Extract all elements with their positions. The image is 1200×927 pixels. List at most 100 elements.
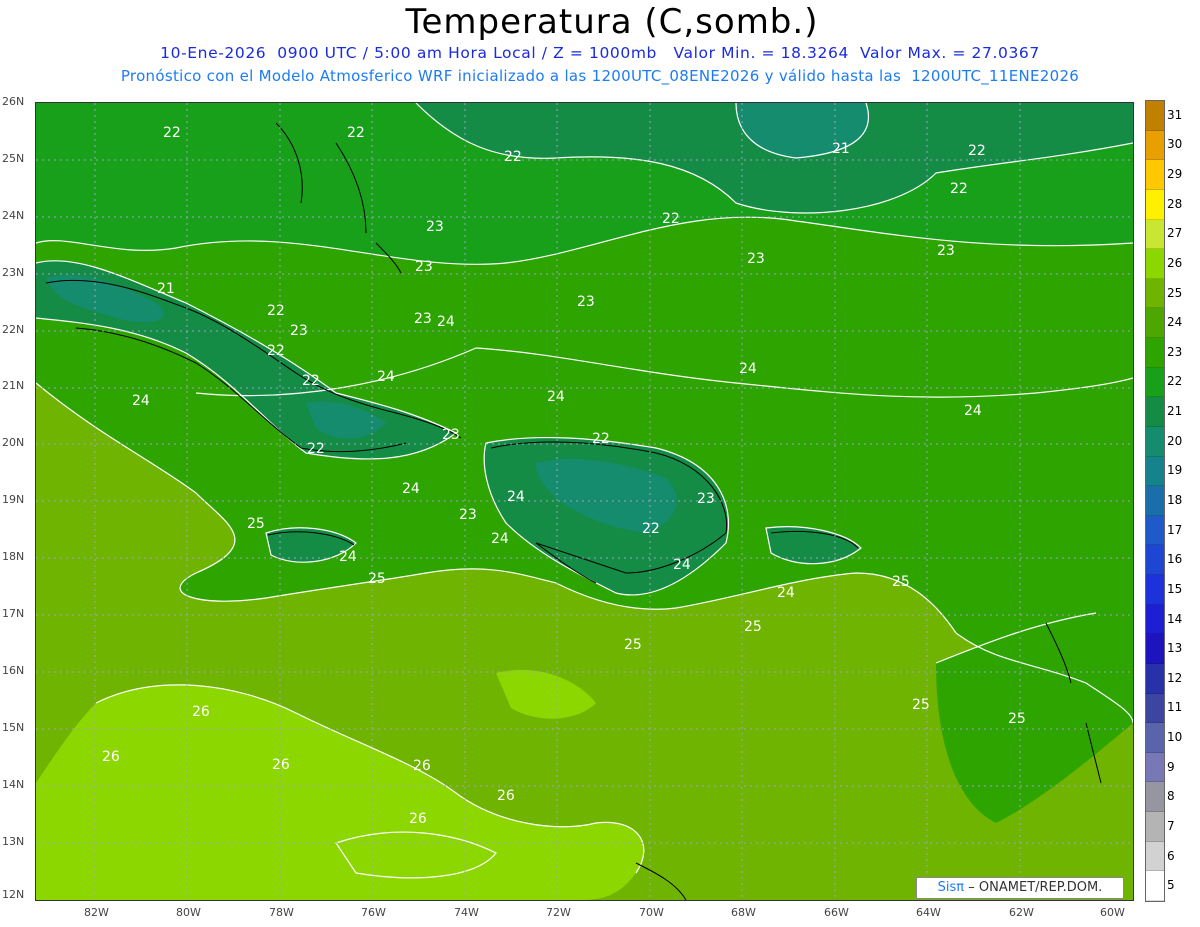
color-scale-cell bbox=[1146, 575, 1164, 605]
isotherm-label: 22 bbox=[968, 143, 986, 159]
isotherm-label: 23 bbox=[697, 491, 715, 507]
isotherm-label: 26 bbox=[413, 758, 431, 774]
color-scale-cell bbox=[1146, 189, 1164, 220]
color-scale-label: 5 bbox=[1167, 878, 1175, 893]
map-subtitle-time: 10-Ene-2026 0900 UTC / 5:00 am Hora Loca… bbox=[160, 44, 1040, 62]
lat-label: 13N bbox=[2, 835, 25, 848]
color-scale-label: 9 bbox=[1167, 759, 1175, 774]
temperature-map: 22 22 22 22 21 22 22 23 23 23 23 23 21 22 23 22 24 22 24 24… bbox=[35, 102, 1134, 901]
lat-label: 23N bbox=[2, 266, 25, 279]
color-scale-label: 23 bbox=[1167, 344, 1183, 359]
lat-label: 16N bbox=[2, 664, 25, 677]
isotherm-label: 23 bbox=[937, 243, 955, 259]
color-scale-label: 17 bbox=[1167, 522, 1183, 537]
color-scale-cell bbox=[1146, 693, 1164, 724]
isotherm-label: 22 bbox=[267, 343, 285, 359]
color-scale-label: 28 bbox=[1167, 196, 1183, 211]
color-scale-label: 31 bbox=[1167, 107, 1183, 122]
isotherm-label: 25 bbox=[368, 571, 386, 587]
color-scale-label: 6 bbox=[1167, 848, 1175, 863]
isotherm-label: 26 bbox=[497, 788, 515, 804]
color-scale-cell bbox=[1146, 101, 1164, 131]
isotherm-label: 23 bbox=[290, 323, 308, 339]
color-scale-label: 16 bbox=[1167, 552, 1183, 567]
color-scale-cell bbox=[1146, 426, 1164, 457]
isotherm-label: 22 bbox=[163, 125, 181, 141]
lat-label: 15N bbox=[2, 721, 25, 734]
color-scale-label: 8 bbox=[1167, 789, 1175, 804]
color-scale-cell bbox=[1146, 752, 1164, 783]
isotherm-label: 23 bbox=[414, 311, 432, 327]
logo-org: – ONAMET/REP.DOM. bbox=[968, 880, 1103, 895]
isotherm-label: 24 bbox=[377, 369, 395, 385]
color-scale-cell bbox=[1146, 871, 1164, 901]
lat-label: 26N bbox=[2, 95, 25, 108]
color-scale-cell bbox=[1146, 634, 1164, 664]
isotherm-label: 22 bbox=[592, 431, 610, 447]
color-scale-label: 25 bbox=[1167, 285, 1183, 300]
isotherm-label: 24 bbox=[673, 557, 691, 573]
color-scale-cell bbox=[1146, 130, 1164, 161]
color-scale-cell bbox=[1146, 663, 1164, 694]
isotherm-label: 22 bbox=[307, 441, 325, 457]
isotherm-label: 24 bbox=[777, 585, 795, 601]
color-scale-cell bbox=[1146, 456, 1164, 487]
color-scale-cell bbox=[1146, 249, 1164, 279]
color-scale-cell bbox=[1146, 308, 1164, 339]
lon-label: 82W bbox=[84, 906, 109, 919]
lon-label: 80W bbox=[176, 906, 201, 919]
lon-label: 72W bbox=[546, 906, 571, 919]
lon-label: 70W bbox=[639, 906, 664, 919]
isotherm-label: 24 bbox=[507, 489, 525, 505]
color-scale-label: 18 bbox=[1167, 493, 1183, 507]
lon-label: 78W bbox=[269, 906, 294, 919]
color-scale-cell bbox=[1146, 545, 1164, 576]
color-scale-label: 13 bbox=[1167, 641, 1183, 656]
lat-label: 22N bbox=[2, 323, 25, 336]
sispi-logo: Sisπ – ONAMET/REP.DOM. bbox=[916, 877, 1124, 899]
color-scale-label: 7 bbox=[1167, 818, 1175, 833]
color-scale-label: 20 bbox=[1167, 433, 1183, 448]
color-scale-label: 22 bbox=[1167, 374, 1183, 389]
isotherm-label: 26 bbox=[272, 757, 290, 773]
color-scale-label: 11 bbox=[1167, 700, 1183, 715]
isotherm-label: 25 bbox=[1008, 711, 1026, 727]
lat-label: 24N bbox=[2, 209, 25, 222]
map-subtitle-model: Pronóstico con el Modelo Atmosferico WRF… bbox=[120, 67, 1080, 85]
isotherm-label: 22 bbox=[950, 181, 968, 197]
logo-sis: Sisπ bbox=[937, 880, 965, 895]
lon-label: 74W bbox=[454, 906, 479, 919]
color-scale-bar bbox=[1145, 100, 1165, 902]
isotherm-label: 22 bbox=[302, 373, 320, 389]
color-scale-cell bbox=[1146, 812, 1164, 842]
lon-label: 68W bbox=[731, 906, 756, 919]
isotherm-label: 23 bbox=[415, 259, 433, 275]
lat-label: 12N bbox=[2, 888, 25, 901]
color-scale-cell bbox=[1146, 278, 1164, 309]
isotherm-label: 25 bbox=[892, 574, 910, 590]
color-scale-cell bbox=[1146, 160, 1164, 190]
lat-label: 18N bbox=[2, 550, 25, 563]
color-scale-cell bbox=[1146, 219, 1164, 250]
color-scale-cell bbox=[1146, 604, 1164, 635]
lon-label: 64W bbox=[916, 906, 941, 919]
isotherm-label: 25 bbox=[624, 637, 642, 653]
isotherm-label: 23 bbox=[577, 294, 595, 310]
color-scale-cell bbox=[1146, 367, 1164, 398]
isotherm-label: 24 bbox=[739, 361, 757, 377]
color-scale-label: 15 bbox=[1167, 581, 1183, 596]
isotherm-label: 22 bbox=[267, 303, 285, 319]
lon-label: 66W bbox=[824, 906, 849, 919]
isotherm-label: 25 bbox=[744, 619, 762, 635]
isotherm-label: 24 bbox=[132, 393, 150, 409]
isotherm-label: 26 bbox=[192, 704, 210, 720]
isotherm-label: 22 bbox=[662, 211, 680, 227]
isotherm-label: 22 bbox=[504, 149, 522, 165]
isotherm-label: 23 bbox=[747, 251, 765, 267]
color-scale-label: 26 bbox=[1167, 255, 1183, 270]
map-title: Temperatura (C,somb.) bbox=[405, 2, 819, 42]
color-scale-label: 30 bbox=[1167, 137, 1183, 152]
isotherm-label: 24 bbox=[339, 549, 357, 565]
lon-label: 76W bbox=[361, 906, 386, 919]
isotherm-label: 24 bbox=[402, 481, 420, 497]
